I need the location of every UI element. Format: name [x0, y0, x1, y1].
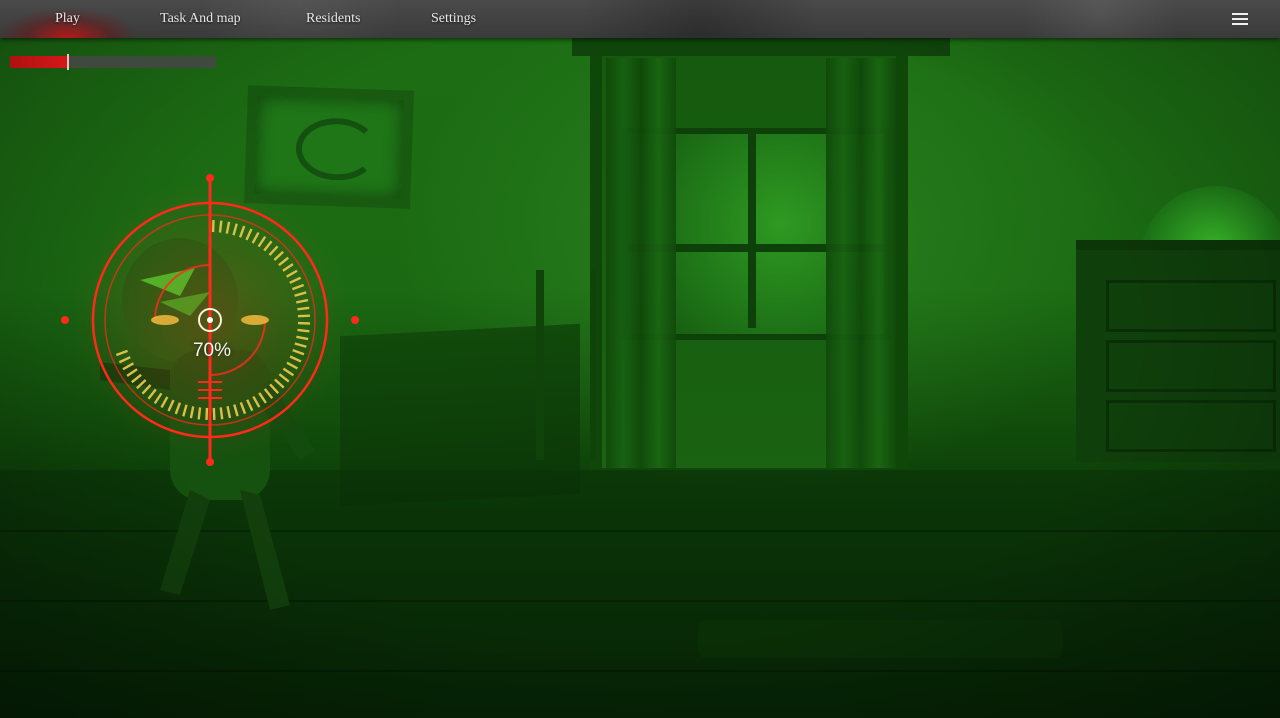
top-nav-bar: Play Task And map Residents Settings	[0, 0, 1280, 38]
reticle-tick	[219, 407, 224, 420]
reticle-tick	[197, 407, 202, 420]
room-window	[572, 38, 950, 468]
reticle-tick	[297, 328, 310, 333]
nav-task-and-map[interactable]: Task And map	[160, 0, 241, 38]
game-screen: Play Task And map Residents Settings 70%	[0, 0, 1280, 718]
reticle-tick	[297, 314, 310, 318]
chair	[536, 270, 596, 460]
nav-play[interactable]: Play	[55, 0, 80, 38]
floor-rug	[698, 620, 1062, 658]
reticle-percent-label: 70%	[192, 340, 232, 361]
reticle-tick	[297, 306, 310, 311]
level-progress-bar	[10, 54, 216, 70]
crosshair-reticle	[61, 174, 359, 466]
progress-marker	[67, 54, 69, 70]
progress-fill	[10, 56, 68, 68]
nav-residents[interactable]: Residents	[306, 0, 360, 38]
dresser	[1076, 240, 1280, 462]
hamburger-menu-icon[interactable]	[1232, 13, 1248, 26]
nav-settings[interactable]: Settings	[431, 0, 476, 38]
reticle-tick	[212, 407, 216, 420]
reticle-tick	[218, 220, 223, 233]
